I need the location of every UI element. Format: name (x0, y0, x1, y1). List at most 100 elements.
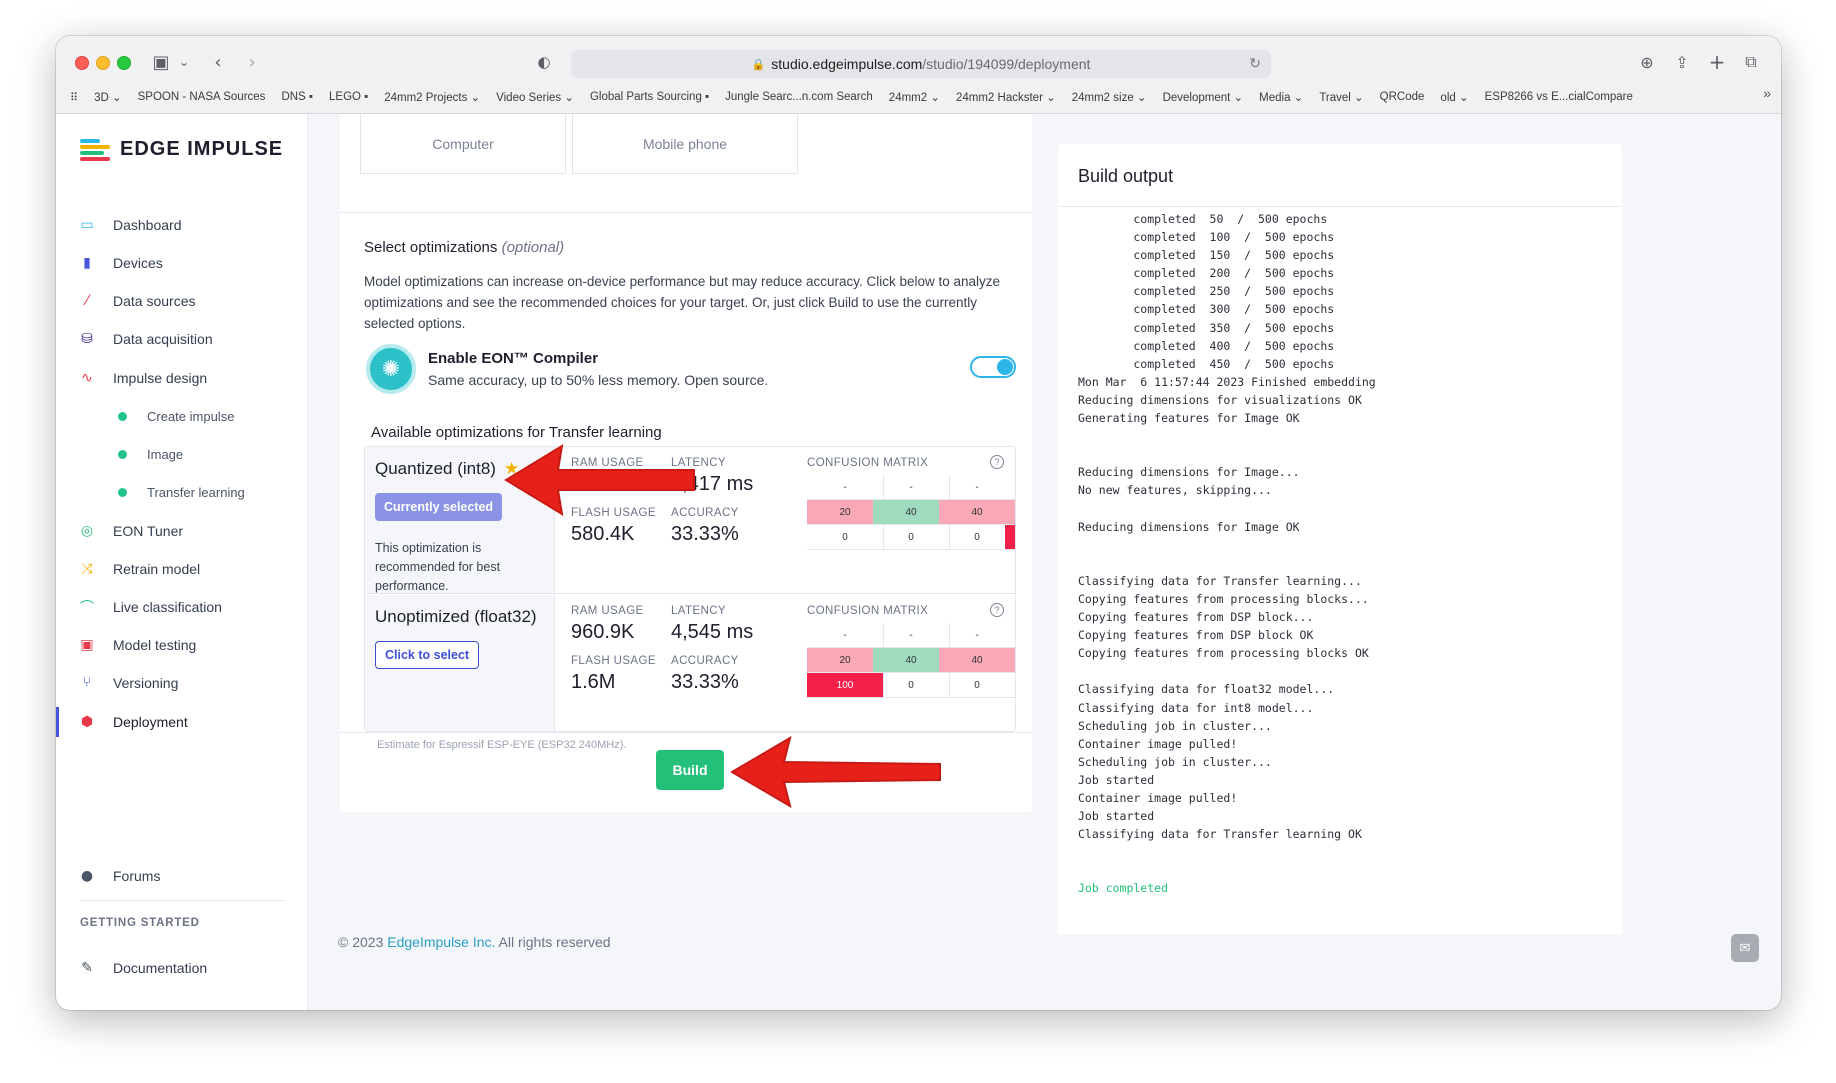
log-line: Container image pulled! (1078, 791, 1238, 805)
sidebar-item-versioning[interactable]: ⑂ Versioning (56, 666, 308, 700)
lock-icon: 🔒 (751, 58, 766, 71)
sidebar-item-data-acquisition[interactable]: ⛁ Data acquisition (56, 322, 308, 356)
sidebar-item-model-testing[interactable]: ▣ Model testing (56, 628, 308, 662)
forward-icon[interactable]: › (242, 48, 262, 76)
bookmark[interactable]: QRCode (1380, 91, 1425, 103)
address-bar[interactable]: 🔒 studio.edgeimpulse.com/studio/194099/d… (571, 50, 1271, 78)
cm-cell: 0 (1005, 673, 1015, 698)
chevron-down-icon[interactable]: ⌄ (176, 48, 192, 76)
sidebar-toggle-icon[interactable]: ▣ (148, 48, 174, 76)
bookmark[interactable]: 24mm2 Projects ⌄ (384, 90, 480, 104)
bookmarks-overflow-icon[interactable]: » (1763, 85, 1771, 101)
tabs-icon[interactable]: ⧉ (1740, 48, 1762, 76)
eon-tuner-icon: ◎ (80, 523, 94, 539)
bookmark[interactable]: SPOON - NASA Sources (138, 91, 266, 103)
optimization-row-float32[interactable]: Unoptimized (float32) Click to select RA… (365, 595, 1015, 731)
live-classification-icon: ⌒ (80, 600, 94, 616)
close-window-button[interactable] (75, 56, 89, 70)
sidebar-item-documentation[interactable]: ✎ Documentation (56, 951, 308, 985)
company-link[interactable]: EdgeImpulse Inc. (387, 934, 495, 950)
sidebar-item-forums[interactable]: ● Forums (56, 859, 308, 893)
bookmark[interactable]: Video Series ⌄ (496, 90, 574, 104)
url-host: studio.edgeimpulse.com (771, 56, 923, 72)
sidebar-item-transfer-learning[interactable]: Transfer learning (56, 475, 308, 509)
annotation-arrow-build (730, 735, 941, 809)
copyright: © 2023 (338, 934, 384, 950)
click-to-select-button[interactable]: Click to select (375, 641, 480, 669)
edge-impulse-logo[interactable]: EDGE IMPULSE (80, 138, 283, 161)
chat-icon[interactable]: ✉ (1731, 934, 1759, 962)
data-sources-icon: ⁄ (85, 293, 89, 309)
bookmark[interactable]: Global Parts Sourcing ▪ (590, 91, 709, 103)
bookmark[interactable]: 3D ⌄ (94, 90, 122, 104)
sidebar-item-live-classification[interactable]: ⌒ Live classification (56, 590, 308, 624)
bookmark[interactable]: LEGO ▪ (329, 91, 368, 103)
bookmark[interactable]: 24mm2 size ⌄ (1072, 90, 1147, 104)
sidebar-item-label: Deployment (113, 714, 188, 730)
status-dot-icon (118, 411, 127, 421)
build-output-log[interactable]: completed 50 / 500 epochs completed 100 … (1078, 210, 1608, 925)
sidebar-item-retrain-model[interactable]: ⤨ Retrain model (56, 552, 308, 586)
bookmark[interactable]: Development ⌄ (1163, 90, 1244, 104)
ram-value: 960.9K (571, 621, 635, 643)
sidebar-item-label: Forums (113, 868, 161, 884)
help-icon[interactable]: ? (990, 455, 1004, 469)
bookmark[interactable]: 24mm2 Hackster ⌄ (956, 90, 1056, 104)
sidebar-item-dashboard[interactable]: ▭ Dashboard (56, 208, 308, 242)
target-option-computer[interactable]: Computer (360, 114, 566, 174)
sidebar-item-image[interactable]: Image (56, 437, 308, 471)
browser-window: ▣ ⌄ ‹ › ◐ 🔒 studio.edgeimpulse.com/studi… (56, 36, 1781, 1010)
sidebar-divider (80, 900, 284, 901)
section-divider (340, 732, 1032, 733)
sidebar-item-impulse-design[interactable]: ∿ Impulse design (56, 361, 308, 395)
devices-icon: ▮ (83, 255, 91, 271)
sidebar-item-label: Devices (113, 255, 163, 271)
url-path: /studio/194099/deployment (922, 56, 1091, 72)
bookmark[interactable]: Travel ⌄ (1319, 90, 1363, 104)
build-button[interactable]: Build (656, 750, 724, 790)
back-icon[interactable]: ‹ (208, 48, 228, 76)
zoom-window-button[interactable] (117, 56, 131, 70)
bookmark[interactable]: DNS ▪ (281, 91, 313, 103)
sidebar-item-data-sources[interactable]: ⁄ Data sources (56, 284, 308, 318)
minimize-window-button[interactable] (96, 56, 110, 70)
reload-icon[interactable]: ↻ (1249, 55, 1261, 72)
log-line: Job started (1078, 809, 1155, 824)
build-output-panel: Build output completed 50 / 500 epochs c… (1058, 144, 1622, 934)
deployment-card: Computer Mobile phone Select optimizatio… (340, 114, 1032, 812)
target-option-mobile-phone[interactable]: Mobile phone (572, 114, 798, 174)
log-line: Job started (1078, 772, 1155, 787)
share-icon[interactable]: ⇪ (1671, 48, 1693, 76)
sidebar-item-create-impulse[interactable]: Create impulse (56, 399, 308, 433)
dashboard-icon: ▭ (80, 217, 94, 233)
grid-icon[interactable]: ⠿ (70, 91, 78, 104)
log-line: completed 300 / 500 epochs (1078, 302, 1335, 317)
optimization-name: Unoptimized (float32) (375, 607, 537, 626)
sidebar-item-eon-tuner[interactable]: ◎ EON Tuner (56, 514, 308, 548)
impulse-icon: ∿ (81, 370, 93, 386)
documentation-icon: ✎ (81, 960, 93, 976)
annotation-arrow-left (504, 444, 695, 516)
download-icon[interactable]: ⊕ (1636, 48, 1658, 76)
bookmark[interactable]: 24mm2 ⌄ (889, 90, 940, 104)
shield-icon[interactable]: ◐ (534, 48, 554, 76)
log-line: Reducing dimensions for visualizations O… (1078, 392, 1362, 407)
sidebar-item-label: Impulse design (113, 370, 208, 386)
bookmark[interactable]: old ⌄ (1440, 90, 1468, 104)
log-line: completed 200 / 500 epochs (1078, 266, 1335, 281)
sidebar-item-deployment[interactable]: ⬢ Deployment (56, 705, 308, 739)
help-icon[interactable]: ? (990, 603, 1004, 617)
eon-toggle[interactable] (970, 356, 1016, 378)
log-line: Container image pulled! (1078, 736, 1238, 751)
sidebar-item-label: Retrain model (113, 561, 201, 577)
log-line: Reducing dimensions for Image OK (1078, 519, 1300, 534)
new-tab-icon[interactable]: + (1706, 48, 1728, 76)
bookmark[interactable]: ESP8266 vs E...cialCompare (1485, 91, 1633, 103)
bookmark[interactable]: Jungle Searc...n.com Search (725, 91, 873, 103)
sidebar-item-devices[interactable]: ▮ Devices (56, 246, 308, 280)
bookmark[interactable]: Media ⌄ (1259, 90, 1303, 104)
log-line: Copying features from DSP block OK (1078, 628, 1314, 643)
logo-text: EDGE IMPULSE (120, 138, 284, 160)
